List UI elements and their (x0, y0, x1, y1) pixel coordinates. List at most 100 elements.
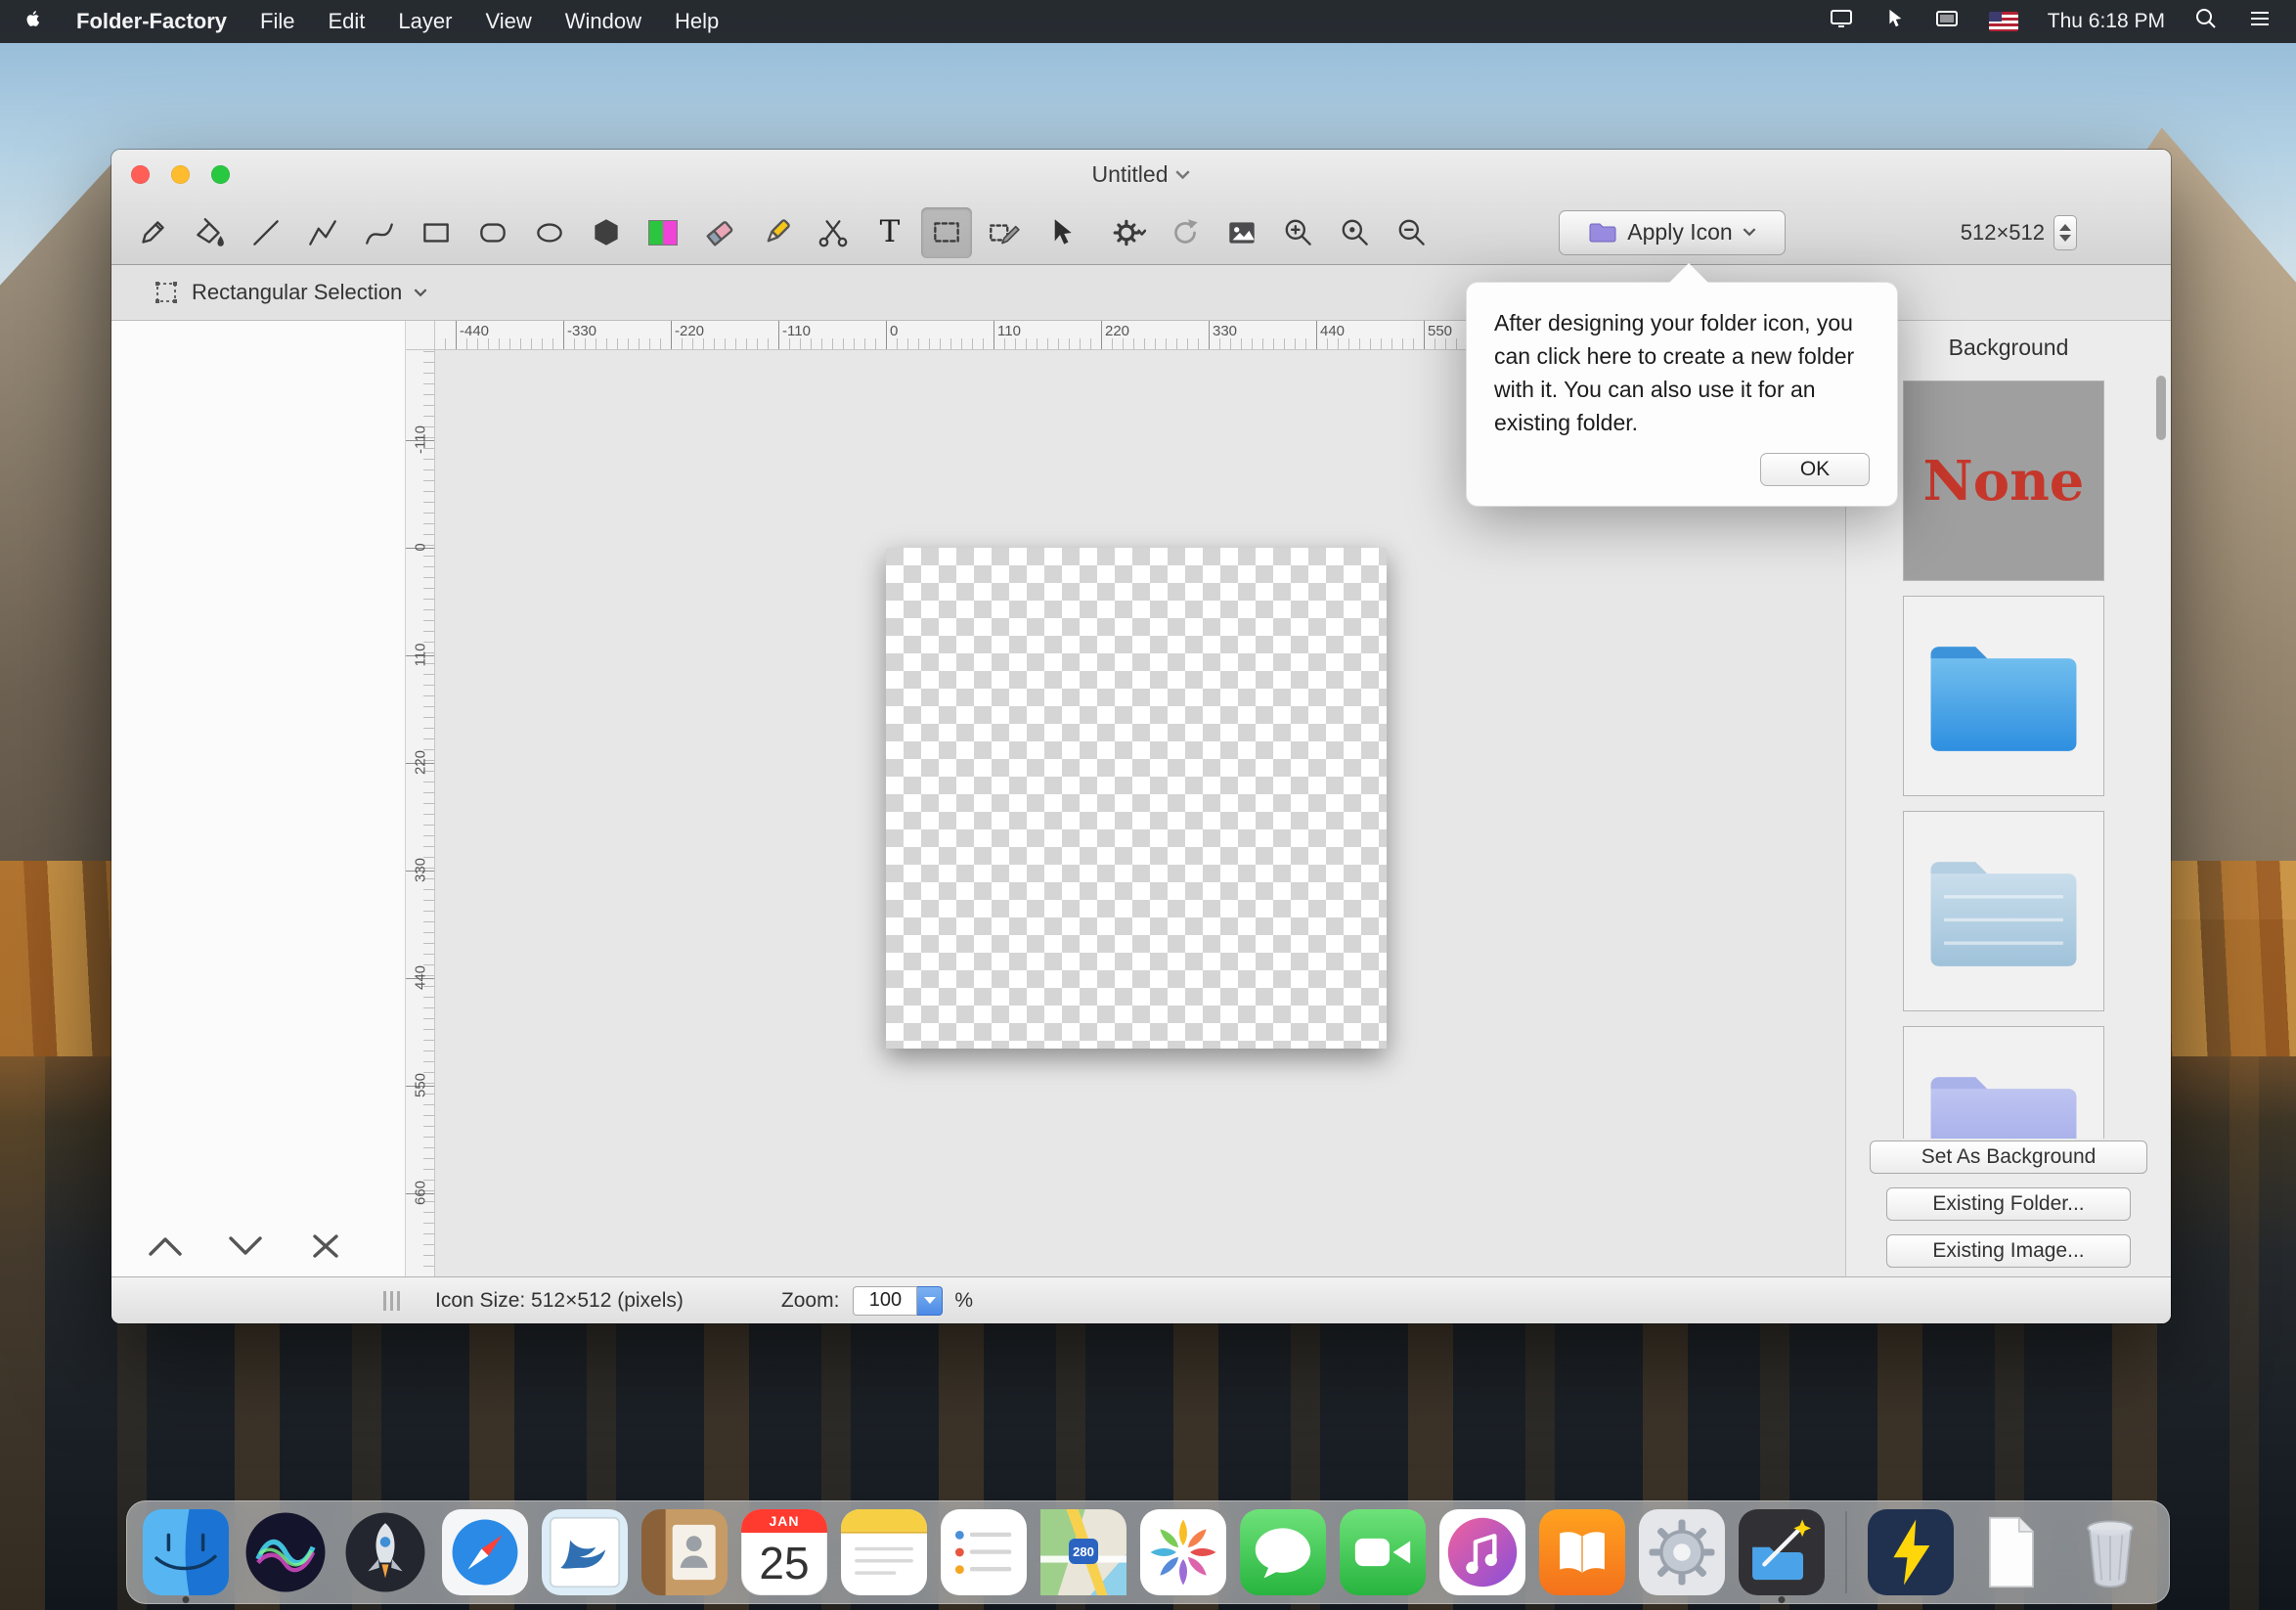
move-layer-down-button[interactable] (225, 1232, 266, 1265)
dock-item-notes[interactable] (841, 1509, 927, 1595)
ellipse-tool-button[interactable] (524, 207, 575, 258)
dock-item-safari[interactable] (442, 1509, 528, 1595)
menu-file[interactable]: File (260, 9, 294, 34)
existing-folder-button[interactable]: Existing Folder... (1886, 1187, 2131, 1221)
gradient-tool-button[interactable] (638, 207, 688, 258)
selection-transform-tool-button[interactable] (978, 207, 1029, 258)
ruler-label: 110 (413, 626, 429, 685)
apply-icon-button[interactable]: Apply Icon (1559, 210, 1786, 255)
icon-size-control: 512×512 (1961, 215, 2077, 250)
fill-tool-button[interactable] (184, 207, 235, 258)
panel-resize-grip[interactable] (383, 1291, 400, 1311)
ruler-label: -440 (460, 323, 489, 339)
set-as-background-button[interactable]: Set As Background (1870, 1140, 2147, 1174)
menu-window[interactable]: Window (565, 9, 641, 34)
zoom-dropdown-arrow-icon (924, 1297, 936, 1304)
input-source-flag-icon[interactable] (1989, 12, 2018, 31)
dock-item-mail[interactable] (542, 1509, 628, 1595)
dock-item-itunes[interactable] (1439, 1509, 1525, 1595)
display-status-icon[interactable] (1829, 7, 1854, 36)
apply-icon-label: Apply Icon (1627, 219, 1732, 246)
zoom-in-button[interactable] (1273, 207, 1324, 258)
menu-help[interactable]: Help (675, 9, 719, 34)
background-option-blue-folder[interactable] (1903, 596, 2104, 796)
ruler-label: -110 (782, 323, 811, 339)
text-tool-icon: T (880, 217, 901, 247)
curve-tool-button[interactable] (354, 207, 405, 258)
purple-folder-icon (1588, 221, 1617, 245)
spotlight-icon[interactable] (2194, 7, 2218, 36)
menubar-clock[interactable]: Thu 6:18 PM (2048, 10, 2165, 33)
dock-item-messages[interactable] (1240, 1509, 1326, 1595)
background-option-textured-folder[interactable] (1903, 811, 2104, 1011)
marker-tool-button[interactable] (751, 207, 802, 258)
zoom-out-button[interactable] (1387, 207, 1437, 258)
polyline-tool-button[interactable] (297, 207, 348, 258)
title-chevron-down-icon[interactable] (1175, 170, 1190, 180)
dock-item-facetime[interactable] (1340, 1509, 1426, 1595)
selection-mode-chevron-icon[interactable] (414, 289, 427, 297)
rotate-button[interactable] (1160, 207, 1211, 258)
dock-item-calendar[interactable]: JAN 25 (741, 1509, 827, 1595)
menu-layer[interactable]: Layer (398, 9, 452, 34)
dock-item-maps[interactable]: 280 (1040, 1509, 1126, 1595)
apple-menu-icon[interactable] (23, 7, 43, 36)
transparent-canvas[interactable] (886, 548, 1387, 1049)
background-option-none[interactable]: None (1903, 380, 2104, 581)
popover-ok-button[interactable]: OK (1760, 453, 1870, 486)
pen-tool-button[interactable] (127, 207, 178, 258)
menu-view[interactable]: View (485, 9, 531, 34)
running-indicator (183, 1596, 190, 1603)
menubar-app-name[interactable]: Folder-Factory (76, 9, 227, 34)
dock-item-finder[interactable] (143, 1509, 229, 1595)
dock-item-folder-factory[interactable] (1739, 1509, 1825, 1595)
dock-item-ibooks[interactable] (1539, 1509, 1625, 1595)
eraser-tool-button[interactable] (694, 207, 745, 258)
background-scrollbar-thumb[interactable] (2156, 376, 2166, 440)
dock-item-siri[interactable] (243, 1509, 329, 1595)
scissors-tool-button[interactable] (808, 207, 859, 258)
toolbar: T Apply Icon 512×512 (111, 200, 2171, 265)
dock-item-contacts[interactable] (641, 1509, 728, 1595)
vertical-ruler: -110 0 110 220 330 440 550 660 (406, 350, 435, 1276)
rectangular-selection-tool-button[interactable] (921, 207, 972, 258)
photos-icon (1140, 1509, 1226, 1595)
polygon-tool-button[interactable] (581, 207, 632, 258)
zoom-percent-sign: % (954, 1289, 973, 1313)
text-tool-button[interactable]: T (864, 207, 915, 258)
dock-item-photos[interactable] (1140, 1509, 1226, 1595)
dock-item-document[interactable] (1967, 1509, 2053, 1595)
size-stepper[interactable] (2053, 215, 2077, 250)
dock-item-trash[interactable] (2067, 1509, 2153, 1595)
dock-item-lightning-app[interactable] (1868, 1509, 1954, 1595)
notification-center-icon[interactable] (2247, 7, 2273, 36)
menu-bar: Folder-Factory File Edit Layer View Wind… (0, 0, 2296, 43)
selection-mode-label[interactable]: Rectangular Selection (192, 280, 402, 305)
rectangle-tool-button[interactable] (411, 207, 462, 258)
image-import-button[interactable] (1216, 207, 1267, 258)
ruler-label: 220 (413, 734, 429, 792)
toolbar-actions (1103, 207, 1437, 258)
arrow-tool-button[interactable] (1035, 207, 1085, 258)
rounded-rectangle-tool-button[interactable] (467, 207, 518, 258)
dock-item-reminders[interactable] (941, 1509, 1027, 1595)
window-chrome: Untitled T (111, 150, 2171, 265)
delete-layer-button[interactable] (305, 1232, 346, 1265)
dock-item-launchpad[interactable] (342, 1509, 428, 1595)
zoom-dropdown-button[interactable] (917, 1286, 943, 1316)
ruler-label: -330 (567, 323, 596, 339)
calendar-icon: JAN 25 (741, 1509, 827, 1595)
dock-item-system-preferences[interactable] (1639, 1509, 1725, 1595)
facetime-icon (1340, 1509, 1426, 1595)
stepper-down-icon (2059, 235, 2071, 242)
zoom-actual-button[interactable] (1330, 207, 1381, 258)
move-layer-up-button[interactable] (145, 1232, 186, 1265)
background-option-purple-folder[interactable] (1903, 1026, 2104, 1139)
zoom-input[interactable] (853, 1286, 917, 1316)
pointer-status-icon[interactable] (1883, 7, 1905, 36)
display2-status-icon[interactable] (1934, 7, 1960, 36)
existing-image-button[interactable]: Existing Image... (1886, 1234, 2131, 1268)
settings-menu-button[interactable] (1103, 207, 1154, 258)
menu-edit[interactable]: Edit (328, 9, 365, 34)
line-tool-button[interactable] (241, 207, 291, 258)
